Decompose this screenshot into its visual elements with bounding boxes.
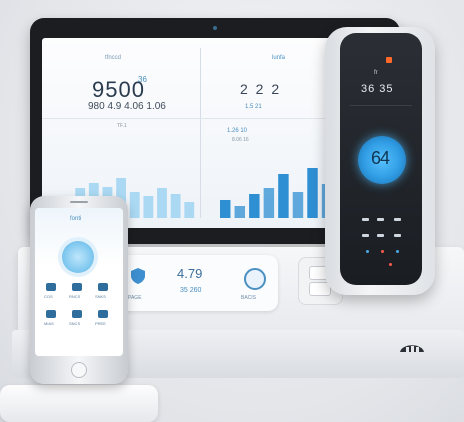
shield-label: PAGE — [128, 295, 142, 301]
phone-tile-label: PREE — [95, 321, 106, 326]
phone-tile-label: SNCS — [69, 321, 81, 326]
thermostat-key[interactable] — [362, 234, 369, 237]
right-sub-reading: 1.5 21 — [245, 104, 262, 110]
phone-tile-icon[interactable] — [46, 283, 56, 291]
thermostat-status-dot — [366, 250, 369, 253]
chart-bar — [143, 196, 154, 218]
chart-bar — [292, 192, 304, 218]
main-reading: 9500 — [92, 77, 145, 102]
chart-bar — [170, 194, 181, 218]
shield-icon[interactable] — [131, 268, 145, 284]
phone-dock — [0, 385, 158, 422]
monitor-camera — [213, 26, 217, 30]
phone-tile-label: RNCS — [69, 294, 81, 299]
phone-tile-icon[interactable] — [46, 310, 56, 318]
thermostat-key[interactable] — [394, 234, 401, 237]
thermostat-key[interactable] — [362, 218, 369, 221]
chart-bar — [129, 192, 140, 218]
phone-tile-label: MIAS — [44, 321, 54, 326]
phone-gauge[interactable] — [62, 241, 94, 273]
thermostat-indicator-light — [386, 57, 392, 63]
dial-label: BACIS — [241, 295, 257, 301]
phone-tile-icon[interactable] — [72, 310, 82, 318]
right-reading: 2 2 2 — [240, 81, 282, 97]
chart-bar — [249, 194, 260, 218]
thermostat-status-dot — [381, 250, 384, 253]
phone-tile-label: SNKS — [95, 294, 106, 299]
chart-bar — [263, 188, 275, 218]
thermostat-top-reading: 36 35 — [361, 83, 394, 95]
phone-tile-icon[interactable] — [98, 283, 108, 291]
screen-tag-right: lunfa — [272, 55, 286, 61]
phone-tile-icon[interactable] — [98, 310, 108, 318]
panel-reading: 4.79 — [177, 266, 203, 281]
phone-home-button[interactable] — [71, 362, 87, 378]
chart-bar — [157, 188, 167, 218]
thermostat-key[interactable] — [394, 218, 401, 221]
chart-note: 1.26 10 — [227, 128, 248, 134]
panel-sub-reading: 35 260 — [180, 287, 202, 294]
main-reading-sup: 36 — [138, 75, 147, 84]
thermostat-key[interactable] — [377, 234, 384, 237]
thermostat-status-dot — [396, 250, 399, 253]
mid-label: TF.1 — [117, 123, 127, 129]
thermostat-dial-reading: 64 — [371, 148, 390, 168]
screen-tag-left: tfnccd — [105, 55, 122, 61]
thermostat-divider — [350, 105, 412, 106]
chart-bar — [307, 168, 318, 218]
thermostat-key[interactable] — [377, 218, 384, 221]
phone-screen — [35, 208, 123, 356]
dial-icon[interactable] — [244, 268, 266, 290]
phone-tile-label: COS — [44, 294, 53, 299]
chart-bar — [220, 200, 231, 218]
phone-app-title: fonti — [70, 216, 82, 222]
sub-reading: 980 4.9 4.06 1.06 — [88, 101, 166, 112]
phone-tile-icon[interactable] — [72, 283, 82, 291]
switch-key-bottom[interactable] — [310, 283, 330, 295]
chart-bar — [234, 206, 246, 218]
chart-bar — [184, 202, 195, 218]
chart-bar — [278, 174, 289, 218]
phone-speaker — [70, 201, 88, 203]
thermostat-small-label: fr — [374, 70, 378, 76]
brand-logo-icon — [400, 345, 424, 352]
thermostat-status-dot — [389, 263, 392, 266]
